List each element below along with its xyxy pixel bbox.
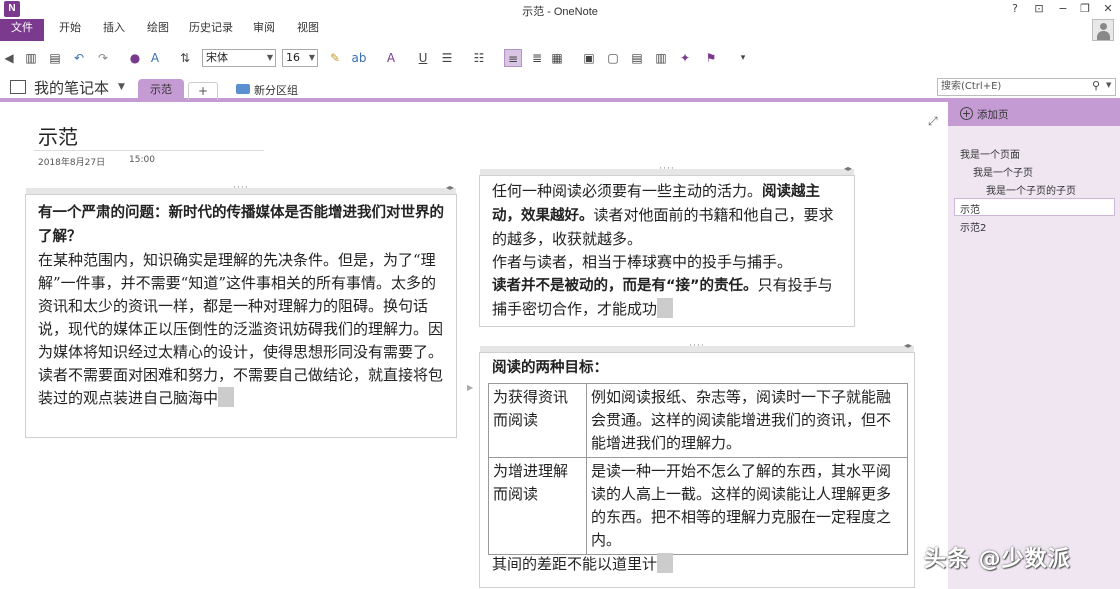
note-heading[interactable]: 阅读的两种目标： — [492, 356, 608, 380]
table-icon[interactable]: ▦ — [548, 49, 566, 67]
font-name-select[interactable]: 宋体 ▼ — [202, 49, 276, 67]
highlight-icon[interactable]: ✎ — [326, 49, 344, 67]
note-text: 作者与读者，相当于棒球赛中的投手与捕手。 — [492, 253, 793, 271]
table-cell-desc[interactable]: 是读一种一开始不怎么了解的东西，其水平阅读的人高上一截。这样的阅读能让人理解更多… — [586, 457, 908, 555]
note-container-1[interactable]: ···· ◂▸ 有一个严肃的问题：新时代的传播媒体是否能增进我们对世界的了解？ 在… — [25, 183, 457, 438]
note-container-3[interactable]: ···· ◂▸ 阅读的两种目标： 为获得资讯而阅读 例如阅读报纸、杂志等，阅读时一… — [479, 341, 915, 588]
tab-file[interactable]: 文件 — [0, 19, 44, 41]
expand-icon[interactable]: ⤢ — [928, 114, 938, 129]
tab-draw[interactable]: 绘图 — [140, 19, 176, 41]
comparison-table[interactable]: 为获得资讯而阅读 例如阅读报纸、杂志等，阅读时一下子就能融会贯通。这样的阅读能增… — [488, 383, 908, 555]
page-date: 2018年8月27日 — [38, 158, 106, 168]
container-handle[interactable]: ···· ◂▸ — [480, 341, 914, 352]
page-time: 15:00 — [129, 155, 155, 165]
text-cursor — [218, 387, 235, 407]
spellcheck-icon[interactable]: ab — [350, 49, 368, 67]
subpage-item[interactable]: 我是一个子页 — [973, 164, 1033, 179]
page-item-selected[interactable]: 示范 — [960, 201, 980, 216]
container-arrow-icon: ▶ — [467, 383, 474, 392]
table-cell-desc[interactable]: 例如阅读报纸、杂志等，阅读时一下子就能融会贯通。这样的阅读能增进我们的资讯，但不… — [586, 383, 908, 458]
more-icon[interactable]: ▾ — [734, 49, 752, 67]
section-tab-shifan[interactable]: 示范 — [138, 79, 184, 100]
numbering-icon[interactable]: ☷ — [470, 49, 488, 67]
page-title[interactable]: 示范 — [38, 121, 78, 150]
watermark: 头条 @少数派 — [924, 547, 1071, 572]
tab-view[interactable]: 视图 — [290, 19, 326, 41]
minimize-icon[interactable]: − — [1054, 2, 1072, 16]
page-icon[interactable]: ▤ — [628, 49, 646, 67]
align-center-icon[interactable]: ≣ — [528, 49, 546, 67]
tab-home[interactable]: 开始 — [52, 19, 88, 41]
subsubpage-item[interactable]: 我是一个子页的子页 — [986, 182, 1076, 197]
table-row[interactable]: 为增进理解而阅读 是读一种一开始不怎么了解的东西，其水平阅读的人高上一截。这样的… — [488, 457, 908, 555]
help-icon[interactable]: ? — [1006, 2, 1024, 16]
add-section-button[interactable]: + — [188, 82, 218, 100]
chevron-down-icon[interactable]: ▼ — [118, 82, 125, 92]
container-handle[interactable]: ···· ◂▸ — [26, 183, 456, 194]
ribbon-tabs: 文件 开始 插入 绘图 历史记录 审阅 视图 — [0, 19, 1120, 41]
tag-icon[interactable]: ▣ — [580, 49, 598, 67]
todo-icon[interactable]: ✦ — [676, 49, 694, 67]
restore-icon[interactable]: ❐ — [1076, 2, 1094, 16]
notebook-icon[interactable] — [10, 80, 26, 94]
fullscreen-icon[interactable]: ⊡ — [1030, 2, 1048, 16]
add-page-icon[interactable]: + — [960, 107, 973, 120]
text-cursor — [657, 553, 674, 573]
format-icon[interactable]: ▥ — [652, 49, 670, 67]
spelling-icon[interactable]: A — [146, 49, 164, 67]
note-container-2[interactable]: ···· ◂▸ 任何一种阅读必须要有一些主动的活力。阅读越主动，效果越好。读者对他… — [479, 164, 855, 327]
note-text-1[interactable]: 有一个严肃的问题：新时代的传播媒体是否能增进我们对世界的了解？ 在某种范围内，知… — [38, 201, 446, 410]
close-icon[interactable]: ✕ — [1099, 2, 1117, 16]
section-group-icon — [236, 84, 250, 94]
text-cursor — [657, 298, 674, 318]
insert-icon[interactable]: ▢ — [604, 49, 622, 67]
new-section-group-button[interactable]: 新分区组 — [254, 82, 298, 98]
align-left-icon[interactable]: ≡ — [504, 49, 522, 67]
back-icon[interactable]: ◀ — [0, 49, 18, 67]
page-item[interactable]: 我是一个页面 — [960, 146, 1020, 161]
note-text: 任何一种阅读必须要有一些主动的活力。 — [492, 182, 763, 200]
search-icon[interactable]: ⚲ — [1092, 79, 1100, 92]
title-divider — [34, 150, 264, 151]
font-size-select[interactable]: 16 ▼ — [282, 49, 318, 67]
table-cell-label[interactable]: 为获得资讯而阅读 — [488, 383, 587, 458]
ribbon-toolbar: ◀ ▥ ▤ ↶ ↷ ● A ⇅ 宋体 ▼ 16 ▼ ✎ ab A U ☰ ☷ ≡ ≣… — [0, 44, 1120, 72]
notebook-name[interactable]: 我的笔记本 — [34, 77, 109, 98]
paint-icon[interactable]: ● — [126, 49, 144, 67]
tab-history[interactable]: 历史记录 — [184, 19, 238, 41]
tab-insert[interactable]: 插入 — [96, 19, 132, 41]
page-item[interactable]: 示范2 — [960, 219, 986, 234]
bullets-icon[interactable]: ☰ — [438, 49, 456, 67]
table-row[interactable]: 为获得资讯而阅读 例如阅读报纸、杂志等，阅读时一下子就能融会贯通。这样的阅读能增… — [488, 383, 908, 458]
table-cell-label[interactable]: 为增进理解而阅读 — [488, 457, 587, 555]
dock-icon[interactable]: ▥ — [22, 49, 40, 67]
note-question: 有一个严肃的问题：新时代的传播媒体是否能增进我们对世界的了解？ — [38, 205, 444, 245]
search-input[interactable]: 搜索(Ctrl+E) — [937, 78, 1116, 96]
add-page-bar[interactable] — [948, 102, 1120, 126]
container-handle[interactable]: ···· ◂▸ — [480, 164, 854, 175]
user-avatar[interactable] — [1092, 19, 1114, 41]
chevron-down-icon[interactable]: ▼ — [1106, 81, 1111, 89]
tab-review[interactable]: 审阅 — [246, 19, 282, 41]
clipboard-icon[interactable]: ▤ — [46, 49, 64, 67]
note-footer[interactable]: 其间的差距不能以道里计 — [492, 553, 674, 576]
flag-icon[interactable]: ⚑ — [702, 49, 720, 67]
underline-icon[interactable]: U — [414, 49, 432, 67]
window-title: 示范 - OneNote — [522, 6, 598, 18]
note-body: 在某种范围内，知识确实是理解的先决条件。但是，为了“理解”一件事，并不需要“知道… — [38, 251, 444, 407]
note-emphasis: 读者并不是被动的，而是有“接”的责任。 — [492, 278, 758, 294]
font-color-icon[interactable]: A — [382, 49, 400, 67]
add-page-button[interactable]: 添加页 — [977, 107, 1009, 122]
indent-icon[interactable]: ⇅ — [176, 49, 194, 67]
redo-icon[interactable]: ↷ — [94, 49, 112, 67]
undo-icon[interactable]: ↶ — [70, 49, 88, 67]
note-text-2[interactable]: 任何一种阅读必须要有一些主动的活力。阅读越主动，效果越好。读者对他面前的书籍和他… — [492, 180, 846, 321]
